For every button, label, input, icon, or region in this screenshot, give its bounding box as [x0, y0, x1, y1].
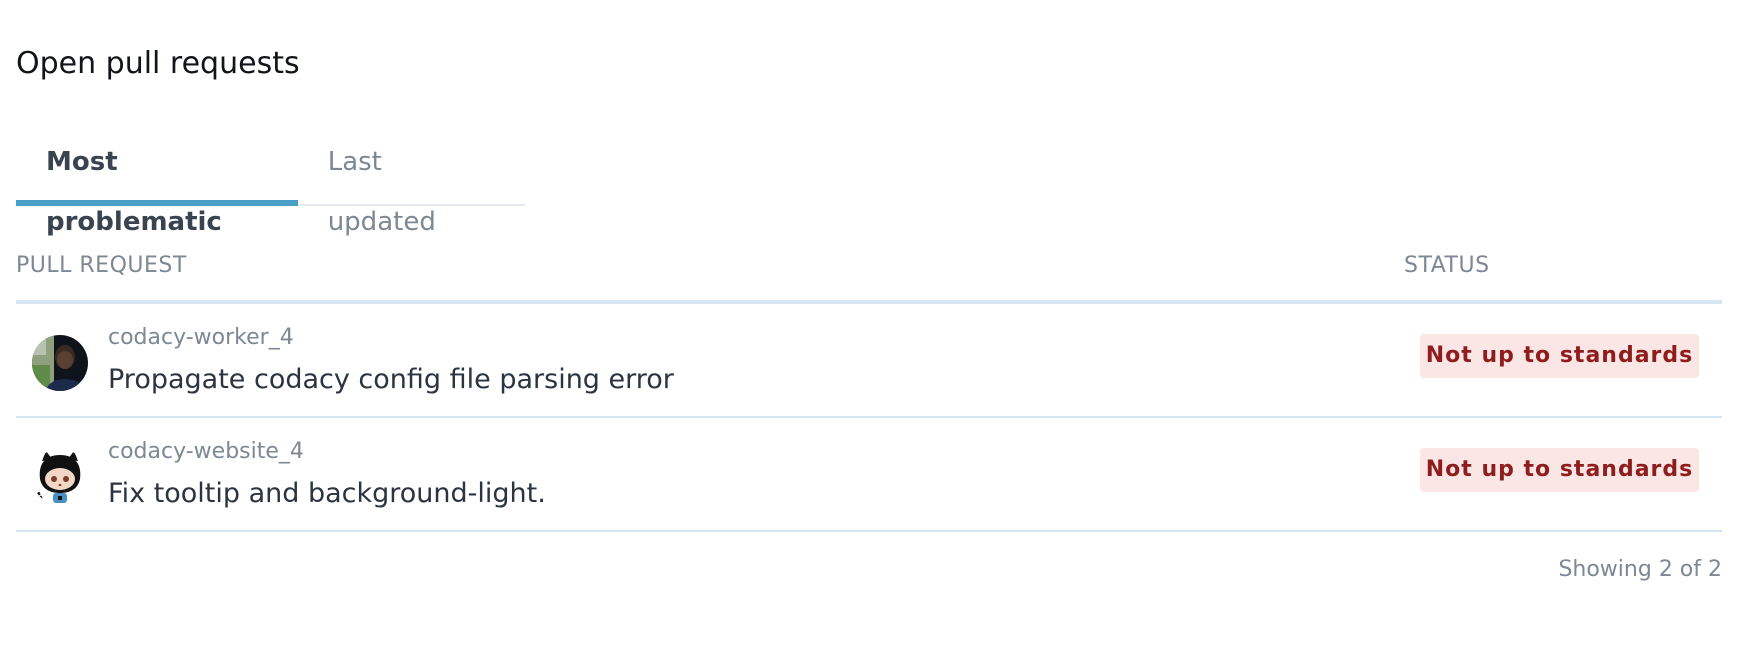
- repository-name[interactable]: codacy-website_4: [108, 438, 304, 466]
- table-row[interactable]: codacy-website_4 Fix tooltip and backgro…: [16, 418, 1722, 532]
- status-badge: Not up to standards: [1420, 448, 1699, 492]
- octocat-icon: [32, 449, 88, 505]
- pagination-summary: Showing 2 of 2: [1558, 557, 1722, 582]
- table-header: PULL REQUEST STATUS: [16, 252, 1722, 304]
- tab-last-updated[interactable]: Last updated: [298, 132, 525, 237]
- column-header-status: STATUS: [1404, 253, 1490, 278]
- user-photo-icon: [32, 335, 88, 391]
- page-title: Open pull requests: [16, 46, 300, 81]
- pull-request-title[interactable]: Fix tooltip and background-light.: [108, 476, 546, 512]
- column-header-pull-request: PULL REQUEST: [16, 253, 187, 278]
- tab-most-problematic[interactable]: Most problematic: [16, 132, 298, 237]
- tab-bar: Most problematic Last updated: [16, 132, 525, 237]
- pull-request-title[interactable]: Propagate codacy config file parsing err…: [108, 362, 674, 398]
- table-row[interactable]: codacy-worker_4 Propagate codacy config …: [16, 304, 1722, 418]
- user-photo-avatar: [32, 335, 88, 391]
- repository-name[interactable]: codacy-worker_4: [108, 324, 294, 352]
- status-badge: Not up to standards: [1420, 334, 1699, 378]
- octocat-avatar: [32, 449, 88, 505]
